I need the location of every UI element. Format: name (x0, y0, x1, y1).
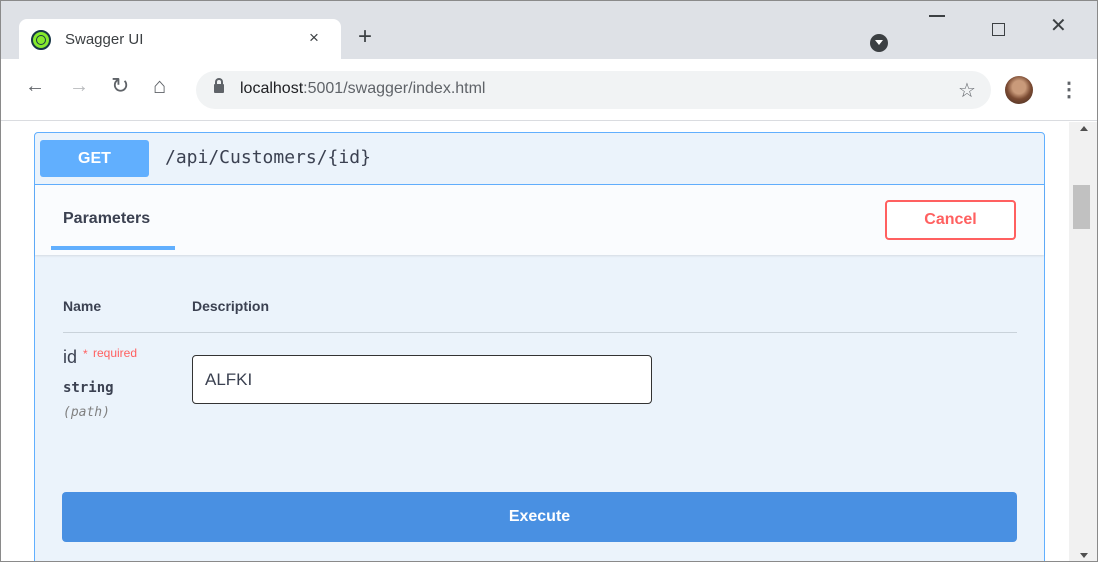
required-star: * (83, 347, 88, 361)
forward-icon[interactable]: → (69, 75, 89, 98)
kebab-menu-icon[interactable]: ⋮ (1059, 77, 1079, 102)
avatar[interactable] (1005, 76, 1033, 104)
divider (63, 332, 1017, 333)
scroll-up-icon[interactable] (1080, 126, 1088, 131)
browser-tab[interactable]: Swagger UI × (19, 19, 341, 59)
home-icon[interactable]: ⌂ (153, 73, 166, 99)
operation-path: /api/Customers/{id} (165, 147, 371, 168)
lock-icon (214, 78, 224, 93)
parameter-location: (path) (63, 405, 110, 420)
profile-dropdown-icon[interactable] (870, 34, 888, 52)
scroll-thumb[interactable] (1073, 185, 1090, 229)
window-close-icon[interactable]: ✕ (1050, 13, 1067, 38)
cancel-button[interactable]: Cancel (885, 200, 1016, 240)
tab-title: Swagger UI (65, 31, 144, 48)
reload-icon[interactable]: ↻ (111, 73, 129, 99)
star-icon[interactable]: ☆ (958, 78, 976, 103)
id-input[interactable] (192, 355, 652, 404)
operation-block: GET /api/Customers/{id} Parameters Cance… (34, 132, 1045, 561)
tab-underline (51, 246, 175, 250)
scroll-down-icon[interactable] (1080, 553, 1088, 558)
column-header-description: Description (192, 298, 270, 314)
required-label: required (93, 346, 138, 360)
maximize-icon[interactable] (992, 23, 1005, 36)
browser-toolbar: ← → ↻ ⌂ localhost:5001/swagger/index.htm… (1, 59, 1097, 121)
method-badge: GET (40, 140, 149, 177)
back-icon[interactable]: ← (25, 75, 45, 98)
address-bar[interactable]: localhost:5001/swagger/index.html (196, 71, 991, 109)
parameter-name: id (63, 347, 78, 367)
url-text: localhost:5001/swagger/index.html (240, 80, 486, 97)
execute-button[interactable]: Execute (62, 492, 1017, 542)
swagger-favicon-icon (31, 30, 51, 50)
new-tab-icon[interactable]: + (358, 25, 372, 49)
minimize-icon[interactable] (929, 15, 945, 17)
column-header-name: Name (63, 298, 102, 314)
page-scrollbar[interactable] (1069, 122, 1097, 561)
tab-close-icon[interactable]: × (309, 28, 319, 48)
parameters-header: Parameters Cancel (35, 185, 1044, 255)
tab-parameters[interactable]: Parameters (63, 210, 150, 228)
tab-strip: Swagger UI × + ✕ (1, 1, 1097, 59)
parameter-type: string (63, 380, 114, 396)
browser-window: Swagger UI × + ✕ ← → ↻ ⌂ localhost:5001/… (0, 0, 1098, 562)
operation-summary[interactable]: GET /api/Customers/{id} (35, 133, 1044, 185)
